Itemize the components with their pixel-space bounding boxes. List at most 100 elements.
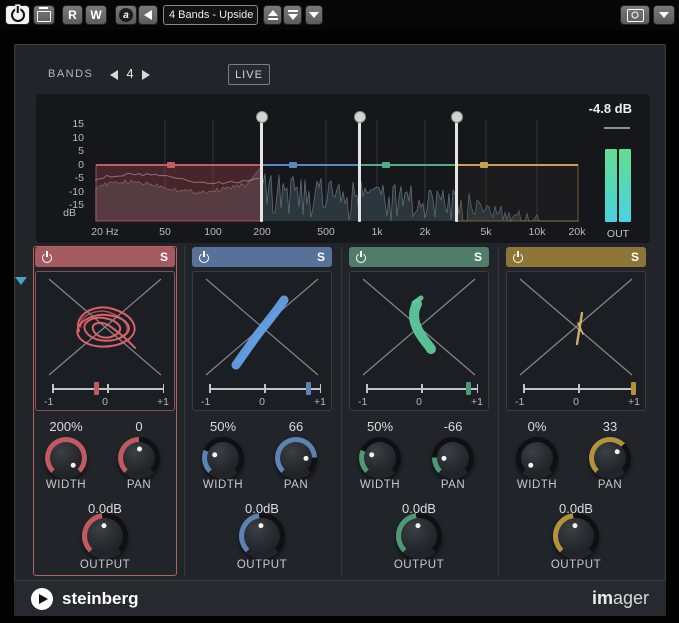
band-2-header[interactable]: S — [192, 247, 332, 267]
balance-marker[interactable] — [306, 382, 311, 395]
next-preset-button[interactable] — [283, 5, 302, 25]
balance-marker[interactable] — [631, 382, 636, 395]
width-knob[interactable] — [516, 437, 558, 479]
power-icon[interactable] — [513, 253, 523, 263]
db-tick: -10 — [58, 186, 84, 198]
solo-button[interactable]: S — [160, 250, 168, 264]
db-tick: 10 — [58, 132, 84, 144]
pan-knob[interactable] — [118, 437, 160, 479]
band-count-value: 4 — [122, 66, 138, 81]
arrow-left-icon — [144, 10, 152, 20]
product-name: imager — [592, 588, 649, 609]
bands-label: BANDS — [48, 68, 93, 80]
output-knob[interactable] — [396, 513, 442, 559]
crossover-2-line[interactable] — [358, 122, 361, 222]
width-label: WIDTH — [33, 479, 99, 491]
freq-tick: 20 Hz — [83, 226, 127, 238]
solo-button[interactable]: S — [317, 250, 325, 264]
band-3-scope: -1 0 +1 — [349, 271, 489, 411]
switch-ab-button[interactable]: a — [115, 5, 137, 25]
crossover-1-line[interactable] — [260, 122, 263, 222]
collapse-panel-icon[interactable] — [15, 277, 27, 285]
output-label: OUTPUT — [72, 559, 138, 571]
write-automation-button[interactable]: W — [85, 5, 107, 25]
pan-label: PAN — [263, 479, 329, 491]
width-knob[interactable] — [202, 437, 244, 479]
pan-label: PAN — [577, 479, 643, 491]
freq-tick: 5k — [464, 226, 508, 238]
imager-plugin-window: R W a 4 Bands - Upside D BANDS 4 LIVE 15… — [0, 0, 679, 623]
output-meter-left — [605, 149, 617, 222]
pan-knob[interactable] — [432, 437, 474, 479]
live-label: LIVE — [235, 69, 263, 81]
increase-bands-button[interactable] — [142, 70, 150, 80]
power-icon[interactable] — [42, 253, 52, 263]
band-4-header[interactable]: S — [506, 247, 646, 267]
solo-button[interactable]: S — [474, 250, 482, 264]
output-label: OUTPUT — [386, 559, 452, 571]
crossover-3-handle[interactable] — [451, 111, 463, 123]
band-4-gain-handle[interactable] — [480, 162, 488, 168]
band-2-scope: -1 0 +1 — [192, 271, 332, 411]
output-knob[interactable] — [82, 513, 128, 559]
decrease-bands-button[interactable] — [110, 70, 118, 80]
output-label: OUTPUT — [543, 559, 609, 571]
read-automation-button[interactable]: R — [62, 5, 83, 25]
width-knob[interactable] — [45, 437, 87, 479]
plugin-power-button[interactable] — [5, 5, 30, 25]
band-1-gain-handle[interactable] — [167, 162, 175, 168]
crossover-1-handle[interactable] — [256, 111, 268, 123]
bypass-button[interactable] — [33, 5, 55, 25]
scale-mid: 0 — [507, 396, 645, 408]
track-tick — [264, 384, 266, 393]
window-menu-button[interactable] — [653, 5, 675, 25]
crossover-3-line[interactable] — [455, 122, 458, 222]
previous-preset-button[interactable] — [263, 5, 282, 25]
band-3-header[interactable]: S — [349, 247, 489, 267]
product-name-bold: im — [592, 588, 613, 608]
scale-max: +1 — [157, 396, 169, 408]
output-meter-right — [619, 149, 631, 222]
band-4-scope: -1 0 +1 — [506, 271, 646, 411]
column-divider — [498, 246, 499, 576]
band-3-gain-handle[interactable] — [382, 162, 390, 168]
scale-mid: 0 — [350, 396, 488, 408]
output-knob[interactable] — [239, 513, 285, 559]
write-label: W — [90, 8, 101, 22]
pan-knob[interactable] — [589, 437, 631, 479]
power-icon — [11, 8, 25, 22]
width-label: WIDTH — [347, 479, 413, 491]
balance-marker[interactable] — [94, 382, 99, 395]
width-knob[interactable] — [359, 437, 401, 479]
power-icon[interactable] — [356, 253, 366, 263]
column-divider — [341, 246, 342, 576]
pan-knob[interactable] — [275, 437, 317, 479]
band-1-header[interactable]: S — [35, 247, 175, 267]
freq-tick: 500 — [304, 226, 348, 238]
scale-mid: 0 — [36, 396, 174, 408]
track-tick — [477, 384, 479, 393]
power-icon[interactable] — [199, 253, 209, 263]
width-value: 200% — [33, 419, 99, 434]
balance-marker[interactable] — [466, 382, 471, 395]
live-button[interactable]: LIVE — [228, 64, 270, 85]
crossover-2-handle[interactable] — [354, 111, 366, 123]
column-divider — [184, 246, 185, 576]
read-label: R — [68, 8, 77, 22]
solo-button[interactable]: S — [631, 250, 639, 264]
track-tick — [523, 384, 525, 393]
band-2-panel: S -1 0 +1 50% 66 WIDTH PAN 0.0dB OUTPUT — [190, 246, 334, 576]
band-1-panel: S -1 0 +1 200% 0 WIDTH PAN 0.0dB OUTPUT — [33, 246, 177, 576]
brand-name: steinberg — [62, 589, 139, 609]
output-peak-indicator — [604, 127, 630, 129]
snapshot-button[interactable] — [620, 5, 650, 25]
camera-icon — [627, 9, 644, 22]
output-knob[interactable] — [553, 513, 599, 559]
track-tick — [209, 384, 211, 393]
copy-ab-button[interactable] — [138, 5, 158, 25]
band-2-gain-handle[interactable] — [289, 162, 297, 168]
track-tick — [52, 384, 54, 393]
preset-display[interactable]: 4 Bands - Upside D — [163, 5, 258, 25]
preset-menu-button[interactable] — [305, 5, 323, 25]
band-1-region — [96, 165, 262, 221]
